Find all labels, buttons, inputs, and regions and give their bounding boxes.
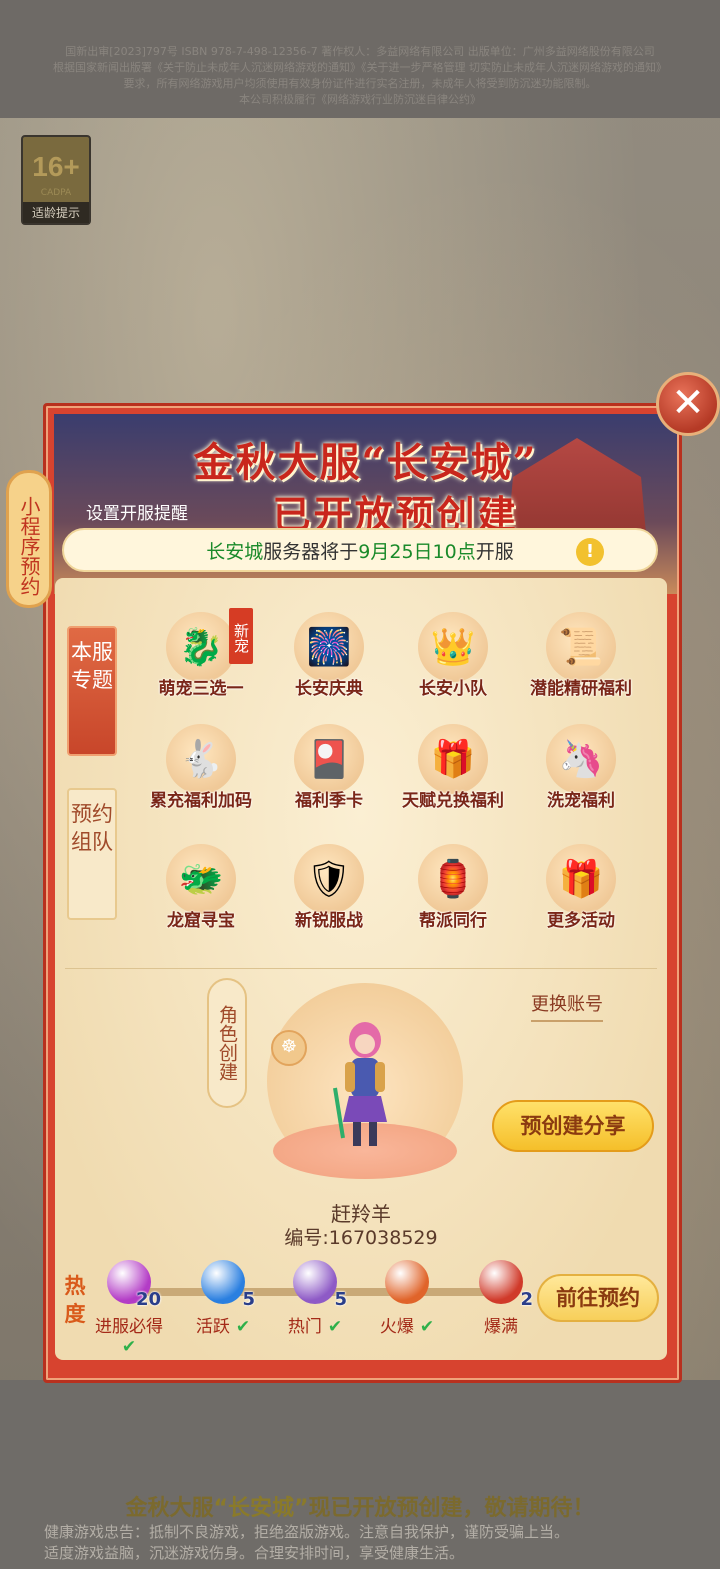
gift-icon: 🎁 <box>546 844 616 914</box>
check-icon: ✔ <box>413 1317 435 1337</box>
activity-label: 天赋兑换福利 <box>402 791 504 811</box>
side-tabs: 本服专题 预约组队 <box>67 626 117 952</box>
helmet-icon: 🛡 <box>294 844 364 914</box>
age-tip: 适龄提示 <box>23 202 89 223</box>
pets-icon: 🐉 <box>166 612 236 682</box>
activity-item[interactable]: 🐇 累充福利加码 <box>131 724 271 814</box>
reward-count: 2 <box>520 1289 533 1310</box>
license-info: 国新出审[2023]797号 ISBN 978-7-498-12356-7 著作… <box>0 44 720 108</box>
activity-label: 累充福利加码 <box>150 791 252 811</box>
heat-reward-icon: 5 <box>293 1260 347 1310</box>
tab-server-topics[interactable]: 本服专题 <box>67 626 117 756</box>
rabbit-icon: 🐇 <box>166 724 236 794</box>
activity-item[interactable]: 🐉 新宠萌宠三选一 <box>131 608 271 702</box>
mini-program-reserve-tag[interactable]: 小程序预约 <box>6 470 52 608</box>
exchange-icon: 🎁 <box>418 724 488 794</box>
scroll-icon: 📜 <box>546 612 616 682</box>
server-open-notice: 长安城 服务器将于 9月25日10点 开服 ! <box>62 528 658 572</box>
heat-reward-icon <box>385 1260 429 1304</box>
buddha-icon[interactable]: ☸ <box>271 1030 307 1066</box>
set-reminder-link[interactable]: 设置开服提醒 <box>86 499 188 524</box>
activity-label: 长安庆典 <box>295 679 363 699</box>
close-button[interactable]: ✕ <box>656 372 720 436</box>
heat-level[interactable]: 2 爆满 <box>461 1260 541 1337</box>
activity-item[interactable]: 🎴 福利季卡 <box>259 724 399 814</box>
check-icon: ✔ <box>229 1317 251 1337</box>
activity-item[interactable]: 🐲 龙窟寻宝 <box>131 844 271 934</box>
heat-reward-icon: 2 <box>479 1260 533 1310</box>
license-line: 国新出审[2023]797号 ISBN 978-7-498-12356-7 著作… <box>65 45 655 58</box>
activity-item[interactable]: 📜 潜能精研福利 <box>511 612 651 702</box>
character-avatar <box>333 1022 387 1146</box>
heat-progress: 热度 20 进服必得 ✔ 5 活跃 ✔ 5 热门 ✔ 火爆 ✔ 2 爆满 前往预约 <box>55 1250 667 1360</box>
card-icon: 🎴 <box>294 724 364 794</box>
activity-label: 长安小队 <box>419 679 487 699</box>
age-rating: 16+ <box>32 151 80 182</box>
warning-icon[interactable]: ! <box>576 538 604 566</box>
heat-reward-icon: 5 <box>201 1260 255 1310</box>
tab-reserve-team[interactable]: 预约组队 <box>67 788 117 920</box>
bottom-slogan: 金秋大服“长安城”现已开放预创建，敬请期待！ <box>125 1496 595 1521</box>
close-icon: ✕ <box>671 380 705 426</box>
heat-level[interactable]: 5 热门 ✔ <box>275 1260 355 1337</box>
role-id: 编号:167038529 <box>284 1227 438 1249</box>
heat-level[interactable]: 火爆 ✔ <box>367 1260 447 1337</box>
activity-item[interactable]: 🛡 新锐服战 <box>259 844 399 934</box>
activity-item[interactable]: 🎆 长安庆典 <box>259 612 399 702</box>
firework-icon: 🎆 <box>294 612 364 682</box>
health-advice: 健康游戏忠告：抵制不良游戏，拒绝盗版游戏。注意自我保护，谨防受骗上当。 适度游戏… <box>44 1523 570 1562</box>
activity-label: 新锐服战 <box>295 911 363 931</box>
activity-item[interactable]: 🎁 更多活动 <box>511 844 651 934</box>
activity-label: 福利季卡 <box>295 791 363 811</box>
dragon-icon: 🐲 <box>166 844 236 914</box>
heat-level-label: 火爆 ✔ <box>379 1317 435 1337</box>
license-line: 根据国家新闻出版署《关于防止未成年人沉迷网络游戏的通知》《关于进一步严格管理 切… <box>53 61 667 74</box>
activity-item[interactable]: 👑 长安小队 <box>383 612 523 702</box>
share-precreate-button[interactable]: 预创建分享 <box>492 1100 654 1152</box>
activity-label: 萌宠三选一 <box>158 679 244 699</box>
heat-level-label: 爆满 <box>484 1317 518 1337</box>
divider <box>65 968 657 969</box>
activity-item[interactable]: 🦄 洗宠福利 <box>511 724 651 814</box>
modal-content: 本服专题 预约组队 🐉 新宠 萌宠三选一 🎆 长安庆典 👑 长安小队 📜 潜能精研福利 🐇 累充福利… <box>55 578 667 1360</box>
heat-label: 热度 <box>64 1274 86 1326</box>
activity-label: 龙窟寻宝 <box>167 911 235 931</box>
heat-level-label: 活跃 ✔ <box>195 1317 251 1337</box>
activity-label: 更多活动 <box>547 911 615 931</box>
heat-level-label: 进服必得 ✔ <box>95 1317 163 1357</box>
activity-item[interactable]: 🏮 帮派同行 <box>383 844 523 934</box>
license-line: 要求，所有网络游戏用户均须使用有效身份证件进行实名注册，未成年人将受到防沉迷功能… <box>123 77 597 90</box>
switch-account-link[interactable]: 更换账号 <box>531 990 603 1022</box>
heat-level[interactable]: 5 活跃 ✔ <box>183 1260 263 1337</box>
check-icon: ✔ <box>121 1337 137 1357</box>
reward-count: 5 <box>334 1289 347 1310</box>
activity-label: 洗宠福利 <box>547 791 615 811</box>
reward-count: 5 <box>242 1289 255 1310</box>
license-line: 本公司积极履行《网络游戏行业防沉迷自律公约》 <box>239 93 481 106</box>
heat-reward-icon: 20 <box>107 1260 161 1310</box>
heat-level[interactable]: 20 进服必得 ✔ <box>89 1260 169 1357</box>
activity-label: 帮派同行 <box>419 911 487 931</box>
reward-count: 20 <box>135 1289 161 1310</box>
spirit-icon: 🦄 <box>546 724 616 794</box>
activity-item[interactable]: 🎁 天赋兑换福利 <box>383 724 523 814</box>
check-icon: ✔ <box>321 1317 343 1337</box>
new-badge: 新宠 <box>229 608 253 664</box>
modal-title: 金秋大服“长安城” <box>193 439 538 486</box>
role-create-tag: 角色创建 <box>207 978 247 1108</box>
age-rating-badge[interactable]: 16+ CADPA 适龄提示 <box>21 135 91 225</box>
age-org: CADPA <box>40 187 72 198</box>
heat-level-label: 热门 ✔ <box>287 1317 343 1337</box>
crown-icon: 👑 <box>418 612 488 682</box>
go-reserve-button[interactable]: 前往预约 <box>537 1274 659 1322</box>
activity-label: 潜能精研福利 <box>530 679 632 699</box>
banner-icon: 🏮 <box>418 844 488 914</box>
